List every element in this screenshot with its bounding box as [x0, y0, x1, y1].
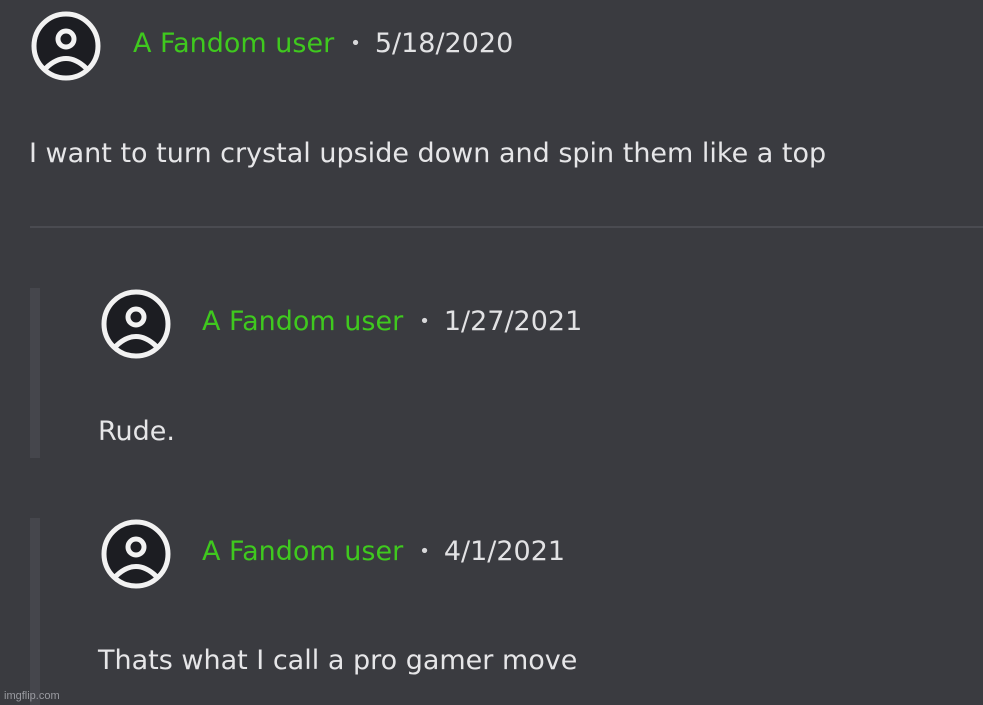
reply-thread-bar [30, 288, 40, 458]
comment-date: 5/18/2020 [374, 28, 514, 59]
username-link[interactable]: A Fandom user [202, 538, 403, 565]
reply-text: Thats what I call a pro gamer move [98, 645, 578, 676]
separator-dot: • [350, 32, 361, 54]
watermark: imgflip.com [4, 690, 60, 702]
reply-text: Rude. [98, 416, 175, 447]
user-avatar-icon[interactable] [99, 517, 173, 591]
separator-dot: • [419, 310, 430, 332]
reply-date: 4/1/2021 [443, 536, 566, 567]
user-avatar-icon[interactable] [99, 287, 173, 361]
reply-meta: A Fandom user • 4/1/2021 [202, 538, 565, 565]
divider [30, 226, 983, 228]
reply-meta: A Fandom user • 1/27/2021 [202, 308, 582, 335]
reply-thread-bar [30, 518, 40, 705]
username-link[interactable]: A Fandom user [202, 308, 403, 335]
separator-dot: • [419, 540, 430, 562]
comment-meta: A Fandom user • 5/18/2020 [133, 30, 513, 57]
username-link[interactable]: A Fandom user [133, 30, 334, 57]
user-avatar-icon[interactable] [29, 9, 103, 83]
reply-date: 1/27/2021 [443, 306, 583, 337]
comment-text: I want to turn crystal upside down and s… [29, 138, 827, 169]
